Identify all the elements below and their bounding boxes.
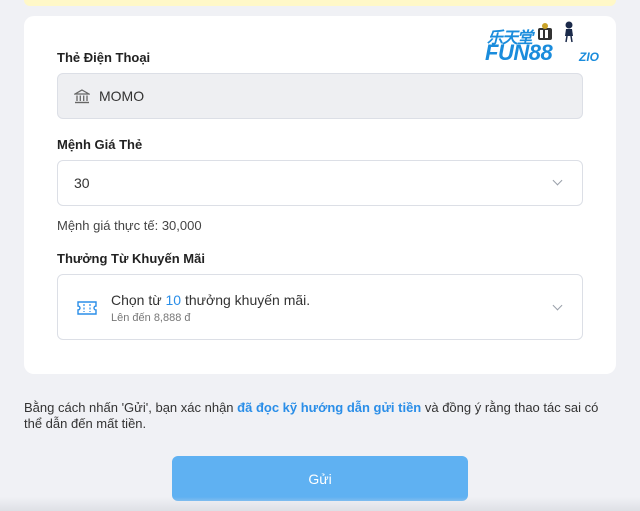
submit-button[interactable]: Gửi — [172, 456, 468, 501]
rooster-crest-icon — [565, 21, 573, 43]
deposit-guide-link[interactable]: đã đọc kỹ hướng dẫn gửi tiền — [237, 400, 421, 415]
chevron-down-icon — [552, 300, 563, 311]
denomination-select[interactable]: 30 — [57, 160, 583, 206]
deposit-form-card: 乐天堂 FUN88 ZIO Thẻ Điện Thoại MOMO Mệnh G… — [24, 16, 616, 374]
promo-select[interactable]: Chọn từ 10 thưởng khuyến mãi. Lên đến 8,… — [57, 274, 583, 340]
denomination-label: Mệnh Giá Thẻ — [57, 137, 143, 152]
promo-prefix: Chọn từ — [111, 292, 166, 308]
promo-count: 10 — [165, 292, 182, 308]
bank-icon — [74, 89, 90, 104]
phone-card-field: MOMO — [57, 73, 583, 119]
fun88-logo: 乐天堂 FUN88 ZIO — [485, 20, 605, 66]
logo-main-text: FUN88 — [485, 40, 553, 65]
logo-suffix-text: ZIO — [579, 50, 599, 64]
chevron-down-icon — [552, 175, 563, 186]
phone-card-value: MOMO — [99, 88, 145, 104]
disclaimer-text: Bằng cách nhấn 'Gửi', bạn xác nhận đã đọ… — [24, 400, 616, 432]
promo-suffix: thưởng khuyến mãi. — [181, 292, 311, 308]
phone-card-label: Thẻ Điện Thoại — [57, 50, 151, 65]
actual-value-text: Mệnh giá thực tế: 30,000 — [57, 218, 202, 233]
denomination-value: 30 — [74, 175, 90, 191]
promo-label: Thưởng Từ Khuyến Mãi — [57, 251, 205, 266]
top-banner-strip — [24, 0, 616, 6]
club-crest-icon — [538, 23, 552, 40]
disclaimer-before: Bằng cách nhấn 'Gửi', bạn xác nhận — [24, 400, 238, 415]
bottom-shade — [0, 497, 640, 511]
promo-subtext: Lên đến 8,888 đ — [111, 312, 191, 324]
promo-text: Chọn từ 10 thưởng khuyến mãi. — [111, 292, 310, 308]
ticket-icon — [77, 301, 97, 315]
